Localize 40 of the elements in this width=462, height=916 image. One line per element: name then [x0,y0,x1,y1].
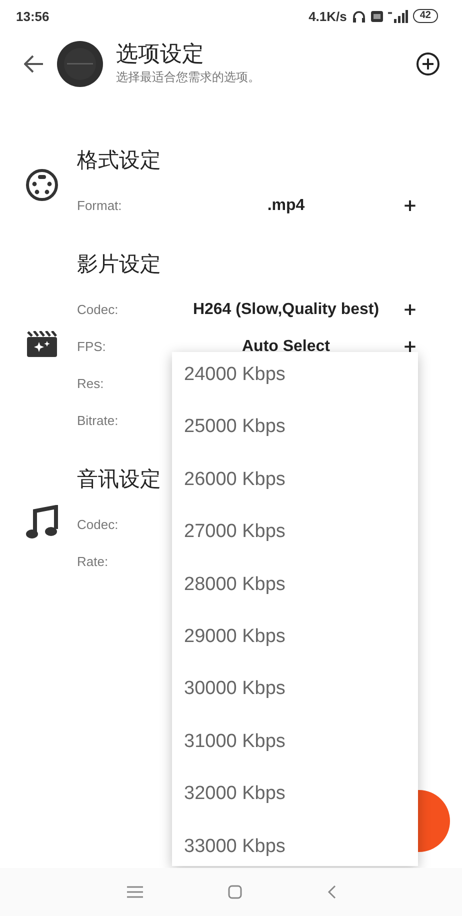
connector-icon [24,168,58,202]
back-arrow-icon[interactable] [24,54,44,72]
clapperboard-icon [26,331,56,357]
battery-indicator: 42 [412,9,438,23]
dropdown-option[interactable]: 25000 Kbps [172,401,418,454]
network-speed: 4.1K/s [308,8,347,24]
page-subtitle: 选择最适合您需求的选项。 [116,69,261,86]
setting-label: Format: [77,198,123,213]
dropdown-option[interactable]: 33000 Kbps [172,820,418,866]
hd-icon [370,10,383,22]
setting-value[interactable]: .mp4 [267,196,305,214]
headphones-icon [352,10,366,22]
setting-label: Codec: [77,302,120,317]
setting-label: Bitrate: [77,413,120,428]
dropdown-option[interactable]: 30000 Kbps [172,663,418,716]
status-time: 13:56 [16,8,50,24]
dropdown-option[interactable]: 31000 Kbps [172,716,418,768]
add-circle-icon[interactable] [416,52,440,76]
menu-icon[interactable] [126,886,142,898]
section-title: 影片设定 [77,251,161,278]
home-icon[interactable] [228,885,242,899]
setting-value[interactable]: H264 (Slow,Quality best) [192,300,380,318]
dropdown-option[interactable]: 32000 Kbps [172,768,418,821]
setting-label: Res: [77,376,105,391]
signal-icon [388,10,408,22]
setting-value[interactable]: Auto Select [242,338,330,354]
page-title: 选项设定 [116,41,205,69]
add-button[interactable]: + [402,196,418,216]
add-button[interactable]: + [402,300,418,320]
dropdown-option[interactable]: 29000 Kbps [172,610,418,664]
setting-label: Codec: [77,517,120,532]
setting-label: Rate: [77,554,110,569]
dropdown-option[interactable]: 26000 Kbps [172,454,418,506]
setting-label: FPS: [77,339,107,354]
music-note-icon [26,504,58,540]
section-title: 音讯设定 [77,466,161,493]
dropdown-option[interactable]: 28000 Kbps [172,558,418,611]
back-icon[interactable] [326,885,336,899]
dropdown-option[interactable]: 27000 Kbps [172,506,418,559]
section-title: 格式设定 [77,147,161,174]
